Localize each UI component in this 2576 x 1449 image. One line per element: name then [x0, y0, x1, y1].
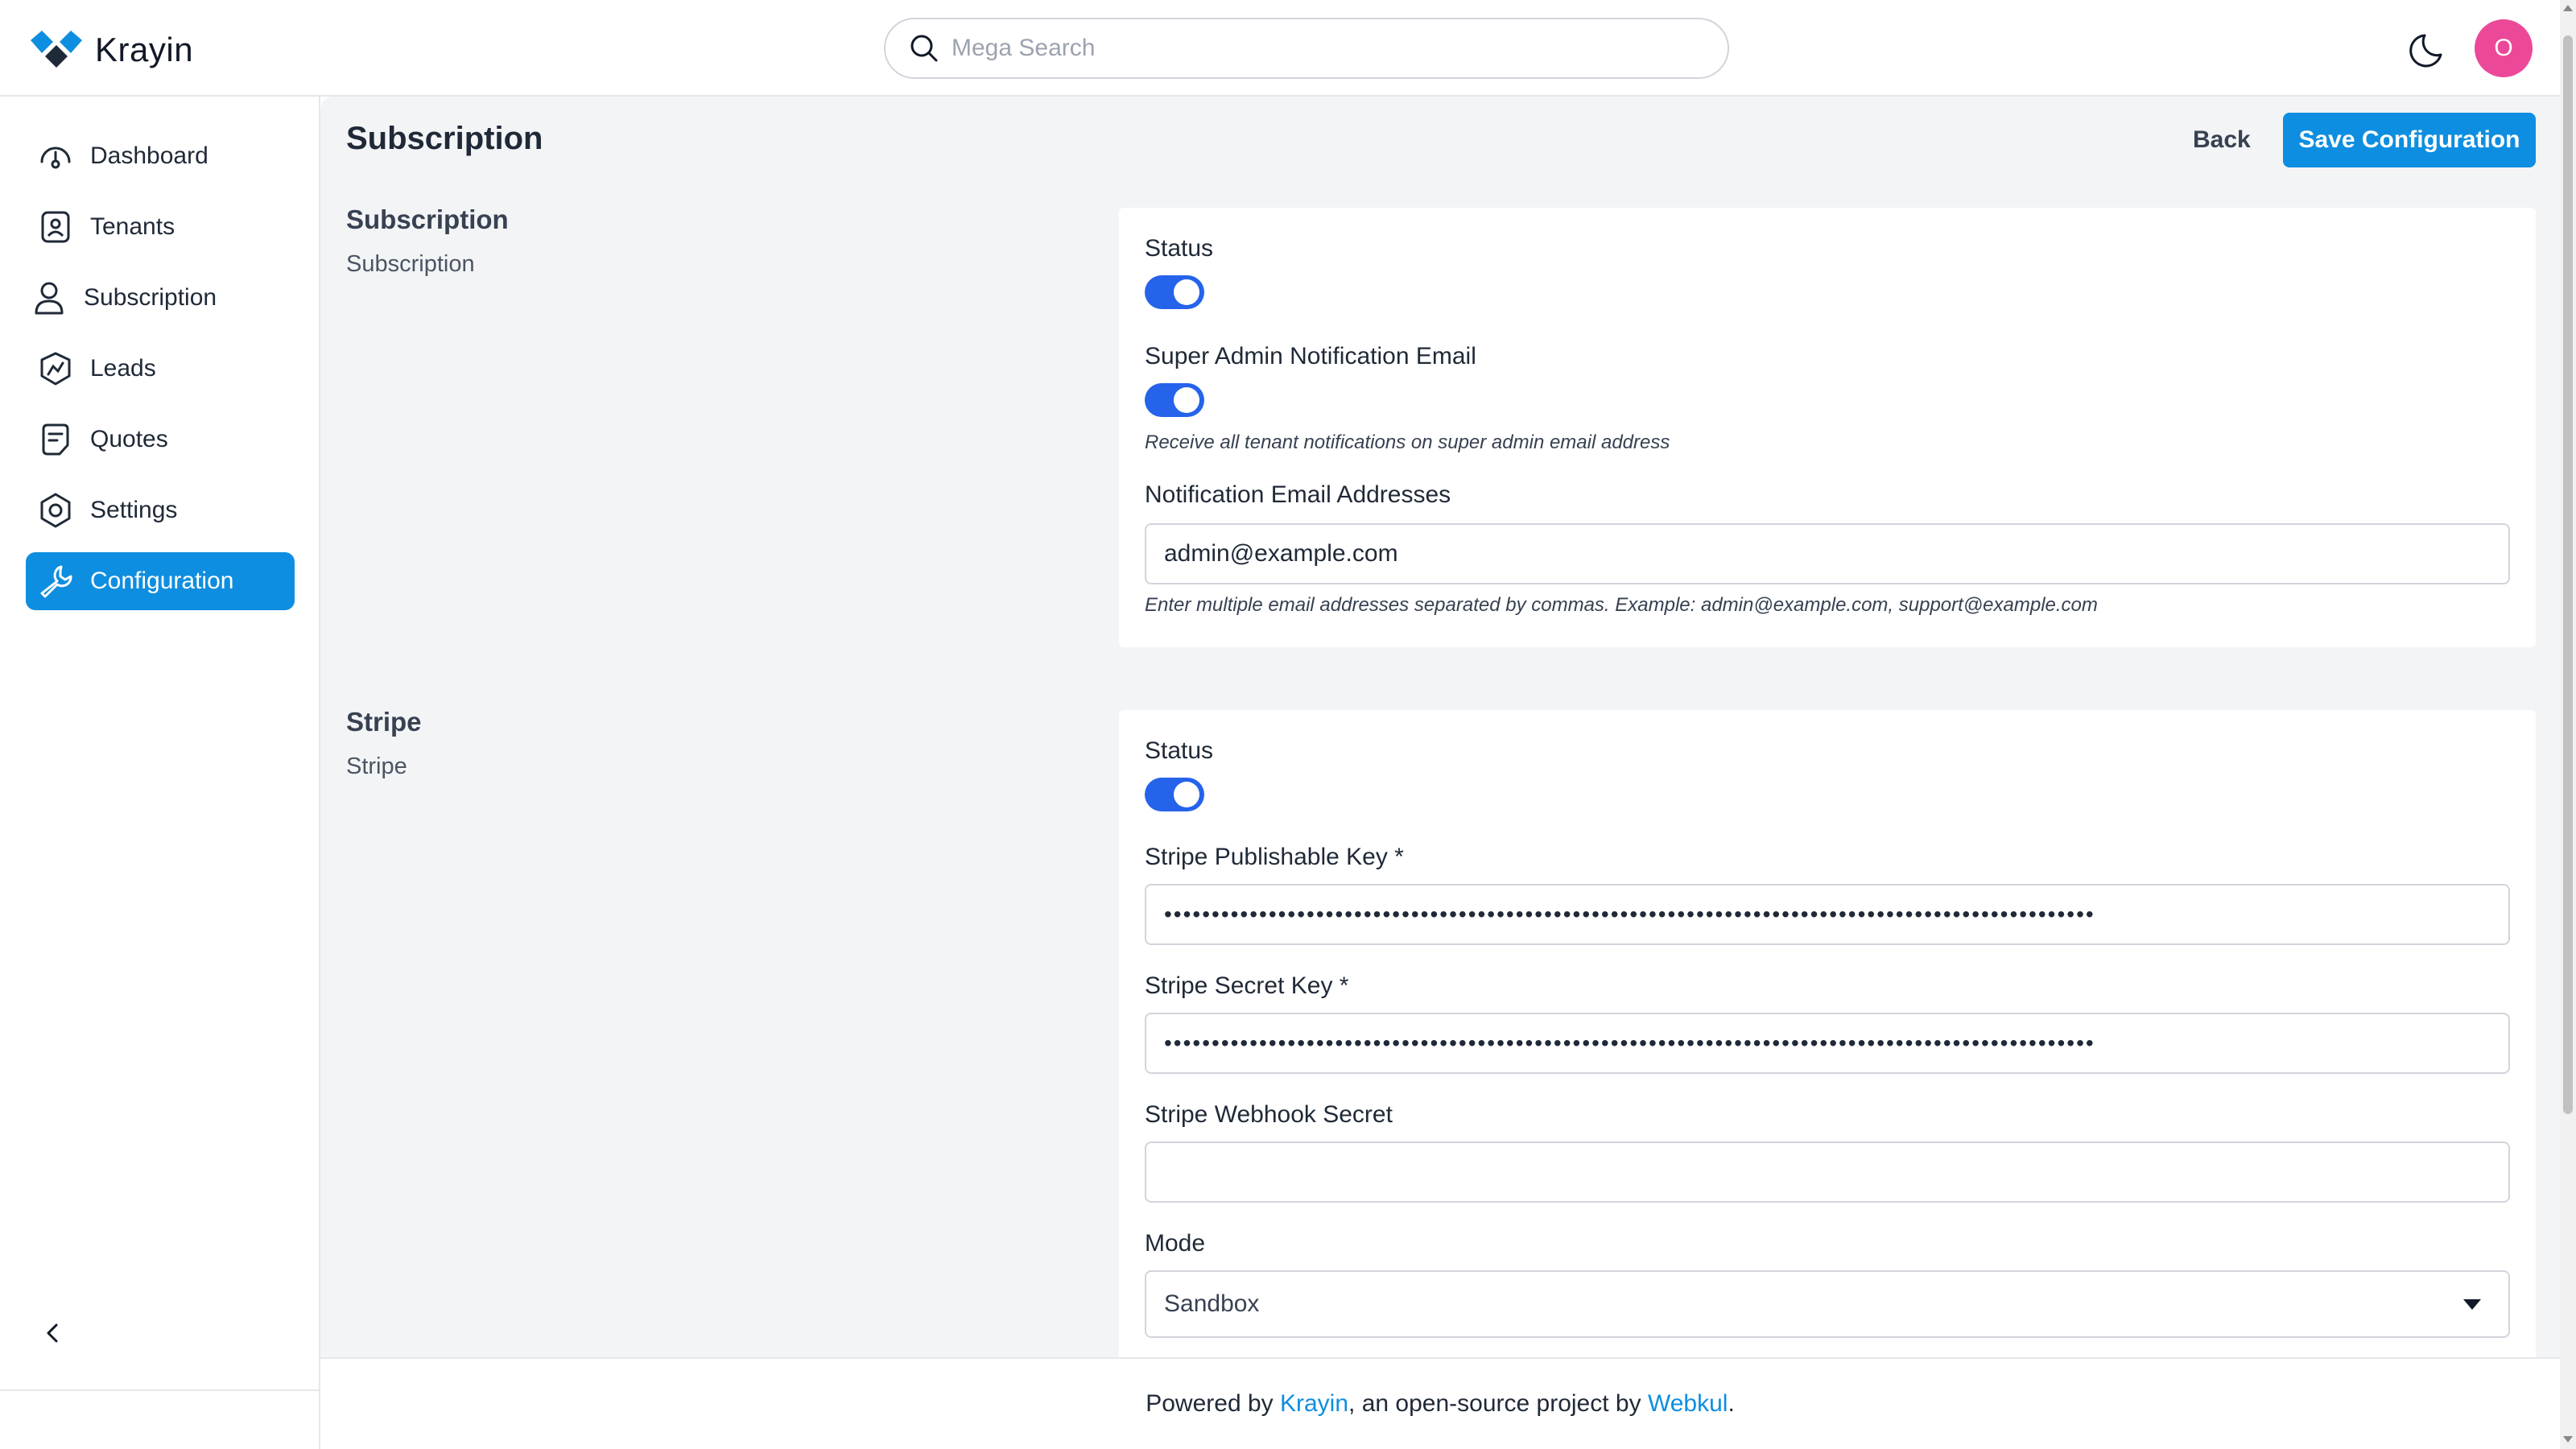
app-name: Krayin — [95, 31, 194, 68]
krayin-link[interactable]: Krayin — [1280, 1390, 1348, 1418]
scrollbar-thumb[interactable] — [2563, 35, 2573, 1114]
super-admin-notification-label: Super Admin Notification Email — [1145, 343, 1476, 369]
stripe-webhook-secret-input[interactable] — [1145, 1141, 2510, 1203]
subscription-section-subtitle: Subscription — [346, 251, 475, 277]
notification-emails-hint: Enter multiple email addresses separated… — [1145, 594, 2098, 616]
chevron-down-icon — [2463, 1299, 2481, 1310]
sidebar-item-label: Dashboard — [90, 142, 208, 169]
notification-emails-label: Notification Email Addresses — [1145, 481, 1451, 508]
notification-emails-input[interactable]: admin@example.com — [1145, 523, 2510, 584]
subscription-status-label: Status — [1145, 235, 1214, 262]
sidebar-item-configuration[interactable]: Configuration — [26, 552, 295, 610]
stripe-settings-card: Status Stripe Publishable Key * ••••••••… — [1119, 710, 2536, 1370]
stripe-section-subtitle: Stripe — [346, 753, 407, 779]
main-content: Subscription Back Save Configuration Sub… — [320, 97, 2560, 1370]
sidebar-item-quotes[interactable]: Quotes — [26, 411, 295, 469]
stripe-status-toggle[interactable] — [1145, 778, 1204, 811]
sidebar-item-dashboard[interactable]: Dashboard — [26, 127, 295, 185]
sidebar-item-label: Subscription — [84, 284, 217, 311]
user-avatar[interactable]: O — [2475, 19, 2533, 77]
sidebar-item-label: Quotes — [90, 426, 168, 452]
page-title: Subscription — [346, 121, 543, 156]
stripe-publishable-key-label: Stripe Publishable Key * — [1145, 844, 1404, 870]
krayin-logo[interactable]: Krayin — [29, 27, 193, 72]
stripe-mode-label: Mode — [1145, 1230, 1206, 1257]
back-button[interactable]: Back — [2175, 113, 2268, 167]
dark-mode-moon-icon[interactable] — [2409, 26, 2454, 71]
search-icon — [910, 35, 938, 62]
top-header: Krayin O — [0, 0, 2576, 97]
sidebar-item-label: Settings — [90, 497, 178, 523]
stripe-secret-key-input[interactable]: ••••••••••••••••••••••••••••••••••••••••… — [1145, 1013, 2510, 1074]
subscription-settings-card: Status Super Admin Notification Email Re… — [1119, 208, 2536, 647]
save-configuration-button[interactable]: Save Configuration — [2283, 113, 2536, 167]
scroll-up-arrow-icon[interactable] — [2563, 5, 2573, 11]
footer-suffix: . — [1728, 1390, 1735, 1417]
webkul-link[interactable]: Webkul — [1648, 1390, 1728, 1418]
footer-middle: , an open-source project by — [1348, 1390, 1641, 1417]
stripe-webhook-secret-label: Stripe Webhook Secret — [1145, 1101, 1393, 1128]
stripe-section-title: Stripe — [346, 707, 422, 737]
sidebar-divider — [0, 1389, 319, 1391]
mega-search-input[interactable] — [952, 35, 1676, 62]
sidebar-item-settings[interactable]: Settings — [26, 481, 295, 539]
scroll-down-arrow-icon[interactable] — [2563, 1436, 2573, 1443]
quotes-icon — [42, 423, 69, 456]
sidebar-item-label: Configuration — [90, 568, 234, 594]
user-icon — [35, 282, 64, 315]
wrench-icon — [40, 565, 72, 598]
sidebar-item-label: Tenants — [90, 213, 175, 240]
sidebar-item-subscription[interactable]: Subscription — [26, 269, 295, 327]
stripe-status-label: Status — [1145, 737, 1214, 764]
sidebar: Dashboard Tenants Subscription Leads Quo… — [0, 97, 320, 1449]
leads-icon — [40, 352, 71, 386]
super-admin-notification-hint: Receive all tenant notifications on supe… — [1145, 431, 1670, 453]
footer-prefix: Powered by — [1146, 1390, 1274, 1417]
dashboard-icon — [40, 147, 71, 169]
stripe-mode-select[interactable]: Sandbox — [1145, 1270, 2510, 1338]
stripe-mode-selected-value: Sandbox — [1164, 1290, 1260, 1317]
krayin-logo-icon — [31, 31, 82, 68]
sidebar-item-leads[interactable]: Leads — [26, 340, 295, 398]
page-scrollbar[interactable] — [2560, 0, 2576, 1449]
super-admin-notification-toggle[interactable] — [1145, 383, 1204, 417]
collapse-sidebar-chevron-left-icon[interactable] — [39, 1319, 68, 1348]
sidebar-item-tenants[interactable]: Tenants — [26, 198, 295, 256]
subscription-section-title: Subscription — [346, 204, 509, 234]
tenants-icon — [41, 211, 70, 243]
sidebar-item-label: Leads — [90, 355, 156, 382]
subscription-status-toggle[interactable] — [1145, 275, 1204, 309]
footer: Powered by Krayin, an open-source projec… — [320, 1357, 2560, 1449]
stripe-publishable-key-input[interactable]: ••••••••••••••••••••••••••••••••••••••••… — [1145, 884, 2510, 945]
settings-icon — [40, 493, 71, 528]
stripe-secret-key-label: Stripe Secret Key * — [1145, 972, 1349, 999]
mega-search-bar[interactable] — [884, 18, 1729, 79]
